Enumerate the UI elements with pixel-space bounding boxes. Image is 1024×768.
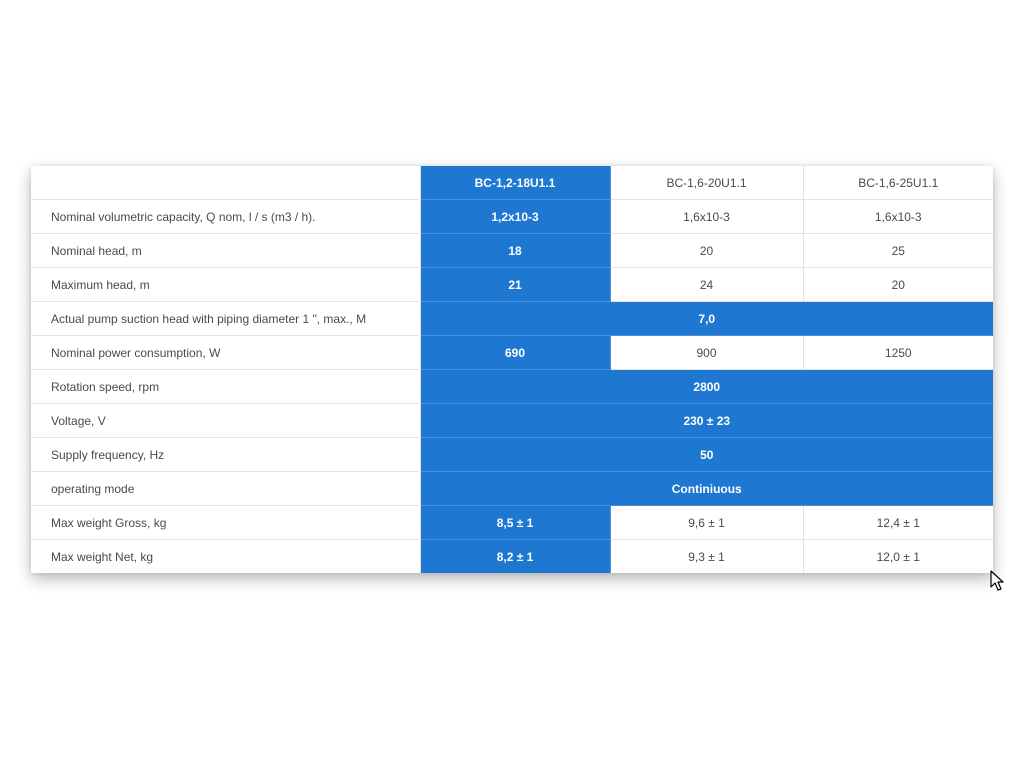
cell-value: 12,0 ± 1 (802, 539, 993, 573)
cell-value: 690 (419, 335, 611, 370)
cell-merged-value: 2800 (419, 369, 993, 404)
cell-value: 900 (609, 335, 804, 370)
row-label: Nominal volumetric capacity, Q nom, l / … (31, 199, 421, 234)
table-row: Rotation speed, rpm 2800 (31, 369, 993, 404)
header-model-bc-1-6-20u1: BC-1,6-20U1.1 (609, 166, 804, 200)
row-label: Supply frequency, Hz (31, 437, 421, 472)
row-label: Maximum head, m (31, 267, 421, 302)
row-label: Actual pump suction head with piping dia… (31, 301, 421, 336)
table-header-row: BC-1,2-18U1.1 BC-1,6-20U1.1 BC-1,6-25U1.… (31, 166, 993, 200)
table-row: Voltage, V 230 ± 23 (31, 403, 993, 438)
table-row: operating mode Continiuous (31, 471, 993, 506)
cell-value: 1,2x10-3 (419, 199, 611, 234)
cell-value: 1,6x10-3 (802, 199, 993, 234)
row-label: Max weight Gross, kg (31, 505, 421, 540)
table-row: Nominal head, m 18 20 25 (31, 233, 993, 268)
table-row: Nominal power consumption, W 690 900 125… (31, 335, 993, 370)
table-row: Max weight Net, kg 8,2 ± 1 9,3 ± 1 12,0 … (31, 539, 993, 573)
header-cell-empty (31, 166, 421, 200)
table-row: Max weight Gross, kg 8,5 ± 1 9,6 ± 1 12,… (31, 505, 993, 540)
row-label: Nominal head, m (31, 233, 421, 268)
cell-value: 20 (802, 267, 993, 302)
row-label: Nominal power consumption, W (31, 335, 421, 370)
cell-merged-value: 50 (419, 437, 993, 472)
table-row: Nominal volumetric capacity, Q nom, l / … (31, 199, 993, 234)
cell-value: 25 (802, 233, 993, 268)
cell-value: 18 (419, 233, 611, 268)
cell-value: 12,4 ± 1 (802, 505, 993, 540)
table-row: Actual pump suction head with piping dia… (31, 301, 993, 336)
row-label: Rotation speed, rpm (31, 369, 421, 404)
cell-value: 1,6x10-3 (609, 199, 804, 234)
spec-table: BC-1,2-18U1.1 BC-1,6-20U1.1 BC-1,6-25U1.… (31, 166, 993, 573)
cell-merged-value: 230 ± 23 (419, 403, 993, 438)
table-row: Supply frequency, Hz 50 (31, 437, 993, 472)
row-label: operating mode (31, 471, 421, 506)
mouse-pointer-icon (990, 570, 1004, 591)
row-label: Max weight Net, kg (31, 539, 421, 573)
cell-value: 9,6 ± 1 (609, 505, 804, 540)
header-model-bc-1-2-18u1: BC-1,2-18U1.1 (419, 166, 611, 200)
cell-value: 8,2 ± 1 (419, 539, 611, 573)
cell-value: 20 (609, 233, 804, 268)
cell-merged-value: Continiuous (419, 471, 993, 506)
spec-table-container: BC-1,2-18U1.1 BC-1,6-20U1.1 BC-1,6-25U1.… (31, 166, 993, 573)
cell-value: 1250 (802, 335, 993, 370)
cell-value: 9,3 ± 1 (609, 539, 804, 573)
row-label: Voltage, V (31, 403, 421, 438)
header-model-bc-1-6-25u1: BC-1,6-25U1.1 (802, 166, 993, 200)
cell-value: 8,5 ± 1 (419, 505, 611, 540)
cell-merged-value: 7,0 (419, 301, 993, 336)
table-row: Maximum head, m 21 24 20 (31, 267, 993, 302)
cell-value: 21 (419, 267, 611, 302)
cell-value: 24 (609, 267, 804, 302)
